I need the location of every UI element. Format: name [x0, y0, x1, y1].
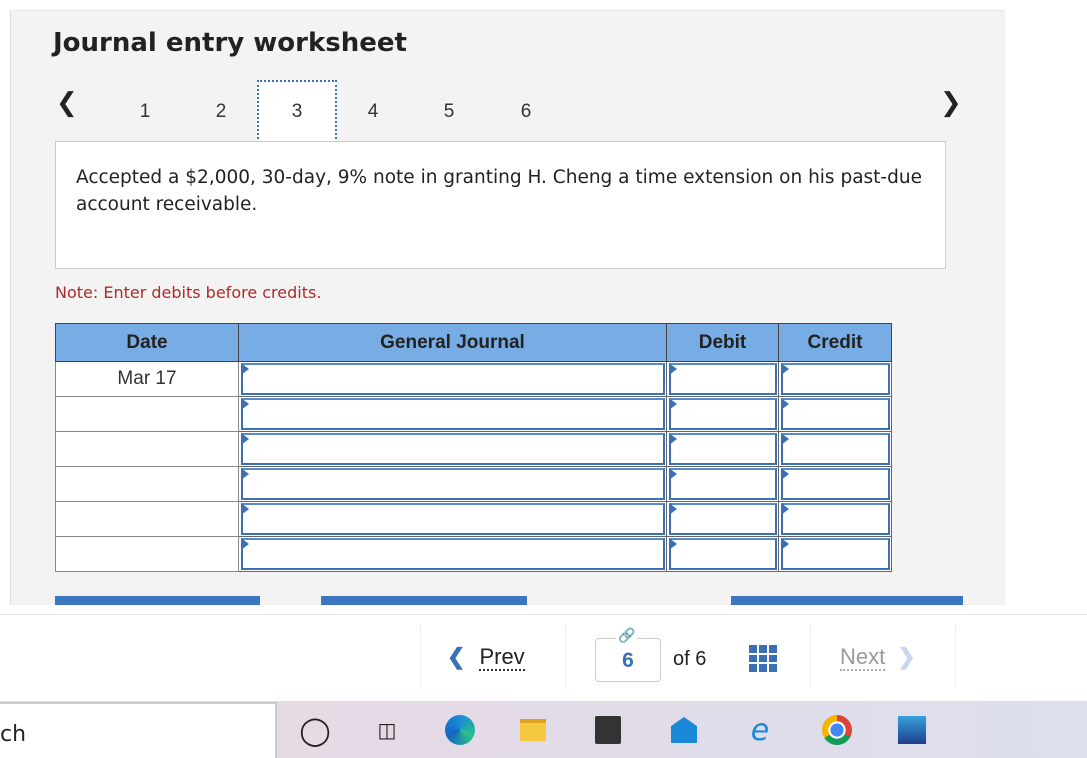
table-row	[55, 396, 892, 432]
store-icon[interactable]	[595, 716, 621, 744]
page-count: of 6	[673, 648, 707, 670]
journal-table: Date General Journal Debit Credit Mar 17	[55, 323, 892, 572]
chevron-left-icon: ❮	[447, 644, 466, 669]
chrome-icon[interactable]	[822, 715, 852, 745]
credit-input[interactable]	[778, 466, 892, 502]
debit-input[interactable]	[666, 536, 779, 572]
table-row: Mar 17	[55, 361, 892, 397]
next-button[interactable]: Next ❯	[840, 644, 916, 671]
page-number-input[interactable]: 6	[595, 638, 661, 682]
header-date: Date	[55, 323, 239, 362]
cortana-icon[interactable]: ◯	[299, 714, 330, 747]
debit-input[interactable]	[666, 466, 779, 502]
tab-6[interactable]: 6	[486, 80, 566, 143]
account-input[interactable]	[238, 501, 667, 537]
edge-icon[interactable]	[445, 715, 475, 745]
date-cell[interactable]: Mar 17	[55, 361, 239, 397]
table-row	[55, 536, 892, 572]
date-cell[interactable]	[55, 396, 239, 432]
task-view-icon[interactable]: ◫	[372, 715, 402, 745]
tab-2[interactable]: 2	[181, 80, 261, 143]
view-general-journal-button[interactable]	[731, 596, 963, 605]
tab-1[interactable]: 1	[105, 80, 185, 143]
account-input[interactable]	[238, 466, 667, 502]
taskbar-search[interactable]: ch	[0, 702, 277, 758]
internet-explorer-icon[interactable]: e	[745, 713, 775, 748]
table-row	[55, 501, 892, 537]
table-row	[55, 431, 892, 467]
prev-button[interactable]: ❮ Prev	[447, 644, 525, 671]
debit-input[interactable]	[666, 431, 779, 467]
file-explorer-icon[interactable]	[520, 719, 546, 741]
chevron-right-icon: ❯	[897, 644, 916, 669]
mail-icon[interactable]	[671, 717, 697, 743]
tab-5[interactable]: 5	[409, 80, 489, 143]
credit-input[interactable]	[778, 396, 892, 432]
grid-icon[interactable]	[749, 645, 777, 672]
credit-input[interactable]	[778, 501, 892, 537]
divider	[0, 614, 1087, 615]
date-cell[interactable]	[55, 466, 239, 502]
header-general-journal: General Journal	[238, 323, 667, 362]
date-cell[interactable]	[55, 501, 239, 537]
account-input[interactable]	[238, 431, 667, 467]
tab-3[interactable]: 3	[257, 80, 337, 143]
link-icon: 🔗	[616, 628, 638, 644]
instruction-note: Note: Enter debits before credits.	[55, 283, 322, 302]
photos-icon[interactable]	[898, 716, 926, 744]
clear-entry-button[interactable]	[55, 596, 260, 605]
date-cell[interactable]	[55, 431, 239, 467]
tab-4[interactable]: 4	[333, 80, 413, 143]
record-entry-button[interactable]	[321, 596, 527, 605]
account-input[interactable]	[238, 396, 667, 432]
date-cell[interactable]	[55, 536, 239, 572]
credit-input[interactable]	[778, 431, 892, 467]
next-tab-arrow[interactable]: ❯	[940, 88, 962, 118]
account-input[interactable]	[238, 361, 667, 397]
header-credit: Credit	[778, 323, 892, 362]
transaction-description: Accepted a $2,000, 30-day, 9% note in gr…	[55, 141, 946, 269]
account-input[interactable]	[238, 536, 667, 572]
debit-input[interactable]	[666, 396, 779, 432]
prev-tab-arrow[interactable]: ❮	[56, 88, 78, 118]
debit-input[interactable]	[666, 501, 779, 537]
debit-input[interactable]	[666, 361, 779, 397]
credit-input[interactable]	[778, 361, 892, 397]
page-title: Journal entry worksheet	[53, 28, 407, 58]
table-row	[55, 466, 892, 502]
header-debit: Debit	[666, 323, 779, 362]
credit-input[interactable]	[778, 536, 892, 572]
